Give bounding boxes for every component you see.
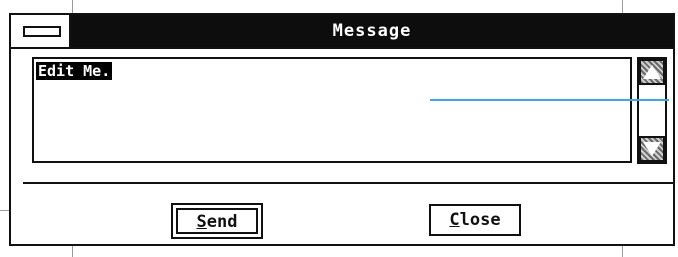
scroll-up-button[interactable] <box>639 59 665 85</box>
stray-blue-line <box>430 99 669 101</box>
send-button[interactable]: Send <box>171 203 263 239</box>
background-line <box>622 246 623 257</box>
scroll-up-arrow-icon <box>643 65 661 79</box>
close-label-rest: lose <box>459 210 501 230</box>
send-button-focus: Send <box>176 208 258 234</box>
selected-text[interactable]: Edit Me. <box>36 62 113 80</box>
title-bar[interactable]: Message <box>11 15 673 49</box>
background-line <box>0 210 9 211</box>
close-button[interactable]: Close <box>429 204 521 236</box>
background-line <box>72 246 73 257</box>
send-label-rest: end <box>206 212 238 232</box>
background-line <box>72 0 73 13</box>
system-menu-icon[interactable] <box>11 15 71 47</box>
scroll-down-arrow-icon <box>643 142 661 156</box>
button-divider <box>23 182 673 184</box>
system-menu-bar <box>23 26 61 37</box>
background-line <box>622 0 623 13</box>
message-text-area[interactable]: Edit Me. <box>32 57 632 163</box>
vertical-scrollbar[interactable] <box>637 57 667 164</box>
window-title: Message <box>332 21 412 41</box>
scroll-track[interactable] <box>646 87 658 134</box>
message-dialog: Message Edit Me. Send Close <box>9 13 675 246</box>
send-mnemonic: S <box>196 212 207 232</box>
close-mnemonic: C <box>449 210 460 230</box>
scroll-down-button[interactable] <box>639 136 665 162</box>
